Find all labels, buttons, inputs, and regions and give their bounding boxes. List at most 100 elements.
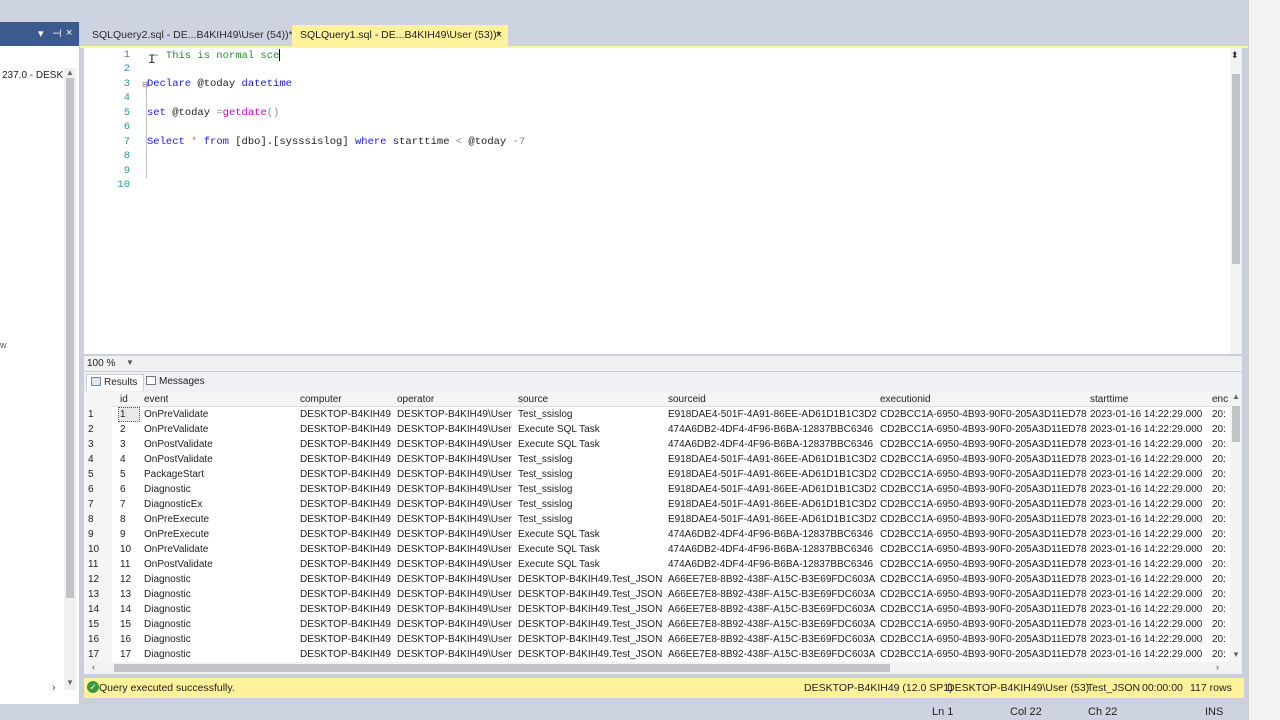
- table-cell[interactable]: 2023-01-16 14:22:29.000: [1090, 574, 1208, 585]
- panel-dropdown-icon[interactable]: ▾: [38, 27, 44, 40]
- table-cell[interactable]: Test_ssislog: [518, 454, 666, 465]
- table-row[interactable]: 17 17 Diagnostic DESKTOP-B4KIH49 DESKTOP-B4K…: [84, 647, 1230, 662]
- table-cell[interactable]: DESKTOP-B4KIH49\User: [397, 529, 515, 540]
- table-cell[interactable]: DESKTOP-B4KIH49.Test_JSON: [518, 634, 666, 645]
- column-header[interactable]: id: [120, 394, 128, 405]
- table-cell[interactable]: DESKTOP-B4KIH49.Test_JSON: [518, 589, 666, 600]
- table-cell[interactable]: 2023-01-16 14:22:29.000: [1090, 469, 1208, 480]
- chevron-down-icon[interactable]: ▼: [126, 358, 134, 367]
- table-cell[interactable]: 20:: [1212, 424, 1230, 435]
- table-row[interactable]: 15 15 Diagnostic DESKTOP-B4KIH49 DESKTOP-B4K…: [84, 617, 1230, 632]
- table-cell[interactable]: 2023-01-16 14:22:29.000: [1090, 514, 1208, 525]
- table-cell[interactable]: Diagnostic: [144, 604, 294, 615]
- table-cell[interactable]: Test_ssislog: [518, 409, 666, 420]
- table-row[interactable]: 8 8 OnPreExecute DESKTOP-B4KIH49 DESKTOP-B4K…: [84, 512, 1230, 527]
- scroll-thumb[interactable]: [114, 664, 890, 672]
- table-row[interactable]: 7 7 DiagnosticEx DESKTOP-B4KIH49 DESKTOP-B4K…: [84, 497, 1230, 512]
- table-cell[interactable]: CD2BCC1A-6950-4B93-90F0-205A3D11ED78: [880, 619, 1086, 630]
- table-cell[interactable]: DESKTOP-B4KIH49: [300, 589, 394, 600]
- zoom-level[interactable]: 100 %: [87, 358, 115, 369]
- table-cell[interactable]: E918DAE4-501F-4A91-86EE-AD61D1B1C3D2: [668, 499, 876, 510]
- table-cell[interactable]: Test_ssislog: [518, 469, 666, 480]
- table-cell[interactable]: CD2BCC1A-6950-4B93-90F0-205A3D11ED78: [880, 469, 1086, 480]
- table-cell[interactable]: 11: [120, 559, 142, 570]
- table-cell[interactable]: 1: [120, 409, 142, 420]
- table-cell[interactable]: DESKTOP-B4KIH49: [300, 409, 394, 420]
- table-cell[interactable]: Test_ssislog: [518, 484, 666, 495]
- table-cell[interactable]: 20:: [1212, 514, 1230, 525]
- table-cell[interactable]: 20:: [1212, 619, 1230, 630]
- table-cell[interactable]: 20:: [1212, 559, 1230, 570]
- table-cell[interactable]: A66EE7E8-8B92-438F-A15C-B3E69FDC603A: [668, 619, 876, 630]
- table-cell[interactable]: 8: [120, 514, 142, 525]
- table-cell[interactable]: E918DAE4-501F-4A91-86EE-AD61D1B1C3D2: [668, 514, 876, 525]
- scroll-up-icon[interactable]: ▲: [66, 68, 74, 77]
- scroll-down-icon[interactable]: ▼: [1232, 650, 1240, 659]
- table-cell[interactable]: DESKTOP-B4KIH49: [300, 439, 394, 450]
- table-cell[interactable]: 7: [120, 499, 142, 510]
- table-cell[interactable]: 2023-01-16 14:22:29.000: [1090, 589, 1208, 600]
- table-cell[interactable]: CD2BCC1A-6950-4B93-90F0-205A3D11ED78: [880, 514, 1086, 525]
- table-cell[interactable]: DESKTOP-B4KIH49.Test_JSON: [518, 649, 666, 660]
- table-row[interactable]: 14 14 Diagnostic DESKTOP-B4KIH49 DESKTOP-B4K…: [84, 602, 1230, 617]
- column-header[interactable]: starttime: [1090, 394, 1128, 405]
- table-cell[interactable]: 474A6DB2-4DF4-4F96-B6BA-12837BBC6346: [668, 439, 876, 450]
- close-icon[interactable]: ×: [496, 29, 502, 41]
- table-cell[interactable]: 474A6DB2-4DF4-4F96-B6BA-12837BBC6346: [668, 544, 876, 555]
- table-cell[interactable]: 2023-01-16 14:22:29.000: [1090, 559, 1208, 570]
- table-cell[interactable]: DESKTOP-B4KIH49: [300, 469, 394, 480]
- table-cell[interactable]: 2023-01-16 14:22:29.000: [1090, 499, 1208, 510]
- table-cell[interactable]: Execute SQL Task: [518, 529, 666, 540]
- table-row[interactable]: 10 10 OnPreValidate DESKTOP-B4KIH49 DESKTOP-…: [84, 542, 1230, 557]
- table-cell[interactable]: 474A6DB2-4DF4-4F96-B6BA-12837BBC6346: [668, 424, 876, 435]
- table-row[interactable]: 11 11 OnPostValidate DESKTOP-B4KIH49 DESKTOP…: [84, 557, 1230, 572]
- table-cell[interactable]: CD2BCC1A-6950-4B93-90F0-205A3D11ED78: [880, 454, 1086, 465]
- table-cell[interactable]: OnPreValidate: [144, 424, 294, 435]
- table-cell[interactable]: 20:: [1212, 454, 1230, 465]
- table-cell[interactable]: A66EE7E8-8B92-438F-A15C-B3E69FDC603A: [668, 634, 876, 645]
- table-cell[interactable]: DESKTOP-B4KIH49: [300, 514, 394, 525]
- table-cell[interactable]: CD2BCC1A-6950-4B93-90F0-205A3D11ED78: [880, 559, 1086, 570]
- table-cell[interactable]: DESKTOP-B4KIH49\User: [397, 559, 515, 570]
- table-row[interactable]: 4 4 OnPostValidate DESKTOP-B4KIH49 DESKTOP-B…: [84, 452, 1230, 467]
- table-cell[interactable]: 6: [120, 484, 142, 495]
- server-tree-node[interactable]: 237.0 - DESK: [2, 70, 63, 81]
- table-cell[interactable]: 2023-01-16 14:22:29.000: [1090, 544, 1208, 555]
- table-cell[interactable]: DESKTOP-B4KIH49\User: [397, 574, 515, 585]
- table-cell[interactable]: 14: [120, 604, 142, 615]
- table-cell[interactable]: DESKTOP-B4KIH49\User: [397, 409, 515, 420]
- table-cell[interactable]: 20:: [1212, 439, 1230, 450]
- table-cell[interactable]: DESKTOP-B4KIH49\User: [397, 544, 515, 555]
- table-cell[interactable]: Execute SQL Task: [518, 544, 666, 555]
- panel-close-icon[interactable]: ×: [66, 27, 72, 39]
- table-cell[interactable]: DESKTOP-B4KIH49: [300, 649, 394, 660]
- table-cell[interactable]: 2023-01-16 14:22:29.000: [1090, 439, 1208, 450]
- table-cell[interactable]: 2023-01-16 14:22:29.000: [1090, 529, 1208, 540]
- table-cell[interactable]: DESKTOP-B4KIH49: [300, 619, 394, 630]
- table-cell[interactable]: CD2BCC1A-6950-4B93-90F0-205A3D11ED78: [880, 424, 1086, 435]
- scroll-thumb[interactable]: [1232, 74, 1240, 264]
- table-cell[interactable]: DESKTOP-B4KIH49\User: [397, 469, 515, 480]
- tab-sqlquery2[interactable]: SQLQuery2.sql - DE...B4KIH49\User (54))*: [84, 25, 301, 46]
- table-cell[interactable]: 474A6DB2-4DF4-4F96-B6BA-12837BBC6346: [668, 529, 876, 540]
- table-cell[interactable]: Diagnostic: [144, 634, 294, 645]
- table-cell[interactable]: CD2BCC1A-6950-4B93-90F0-205A3D11ED78: [880, 634, 1086, 645]
- grid-horizontal-scrollbar[interactable]: ‹ ›: [84, 662, 1242, 674]
- table-row[interactable]: 6 6 Diagnostic DESKTOP-B4KIH49 DESKTOP-B4KIH…: [84, 482, 1230, 497]
- table-row[interactable]: 12 12 Diagnostic DESKTOP-B4KIH49 DESKTOP-B4K…: [84, 572, 1230, 587]
- table-cell[interactable]: DESKTOP-B4KIH49\User: [397, 649, 515, 660]
- table-cell[interactable]: 9: [120, 529, 142, 540]
- table-cell[interactable]: 20:: [1212, 499, 1230, 510]
- table-cell[interactable]: A66EE7E8-8B92-438F-A15C-B3E69FDC603A: [668, 589, 876, 600]
- table-cell[interactable]: DESKTOP-B4KIH49\User: [397, 424, 515, 435]
- table-cell[interactable]: CD2BCC1A-6950-4B93-90F0-205A3D11ED78: [880, 649, 1086, 660]
- table-row[interactable]: 5 5 PackageStart DESKTOP-B4KIH49 DESKTOP-B4K…: [84, 467, 1230, 482]
- column-header[interactable]: event: [144, 394, 168, 405]
- table-cell[interactable]: DESKTOP-B4KIH49: [300, 544, 394, 555]
- table-cell[interactable]: OnPostValidate: [144, 454, 294, 465]
- table-cell[interactable]: CD2BCC1A-6950-4B93-90F0-205A3D11ED78: [880, 544, 1086, 555]
- table-cell[interactable]: DESKTOP-B4KIH49\User: [397, 619, 515, 630]
- table-cell[interactable]: DESKTOP-B4KIH49.Test_JSON: [518, 574, 666, 585]
- table-cell[interactable]: DESKTOP-B4KIH49\User: [397, 499, 515, 510]
- table-cell[interactable]: A66EE7E8-8B92-438F-A15C-B3E69FDC603A: [668, 649, 876, 660]
